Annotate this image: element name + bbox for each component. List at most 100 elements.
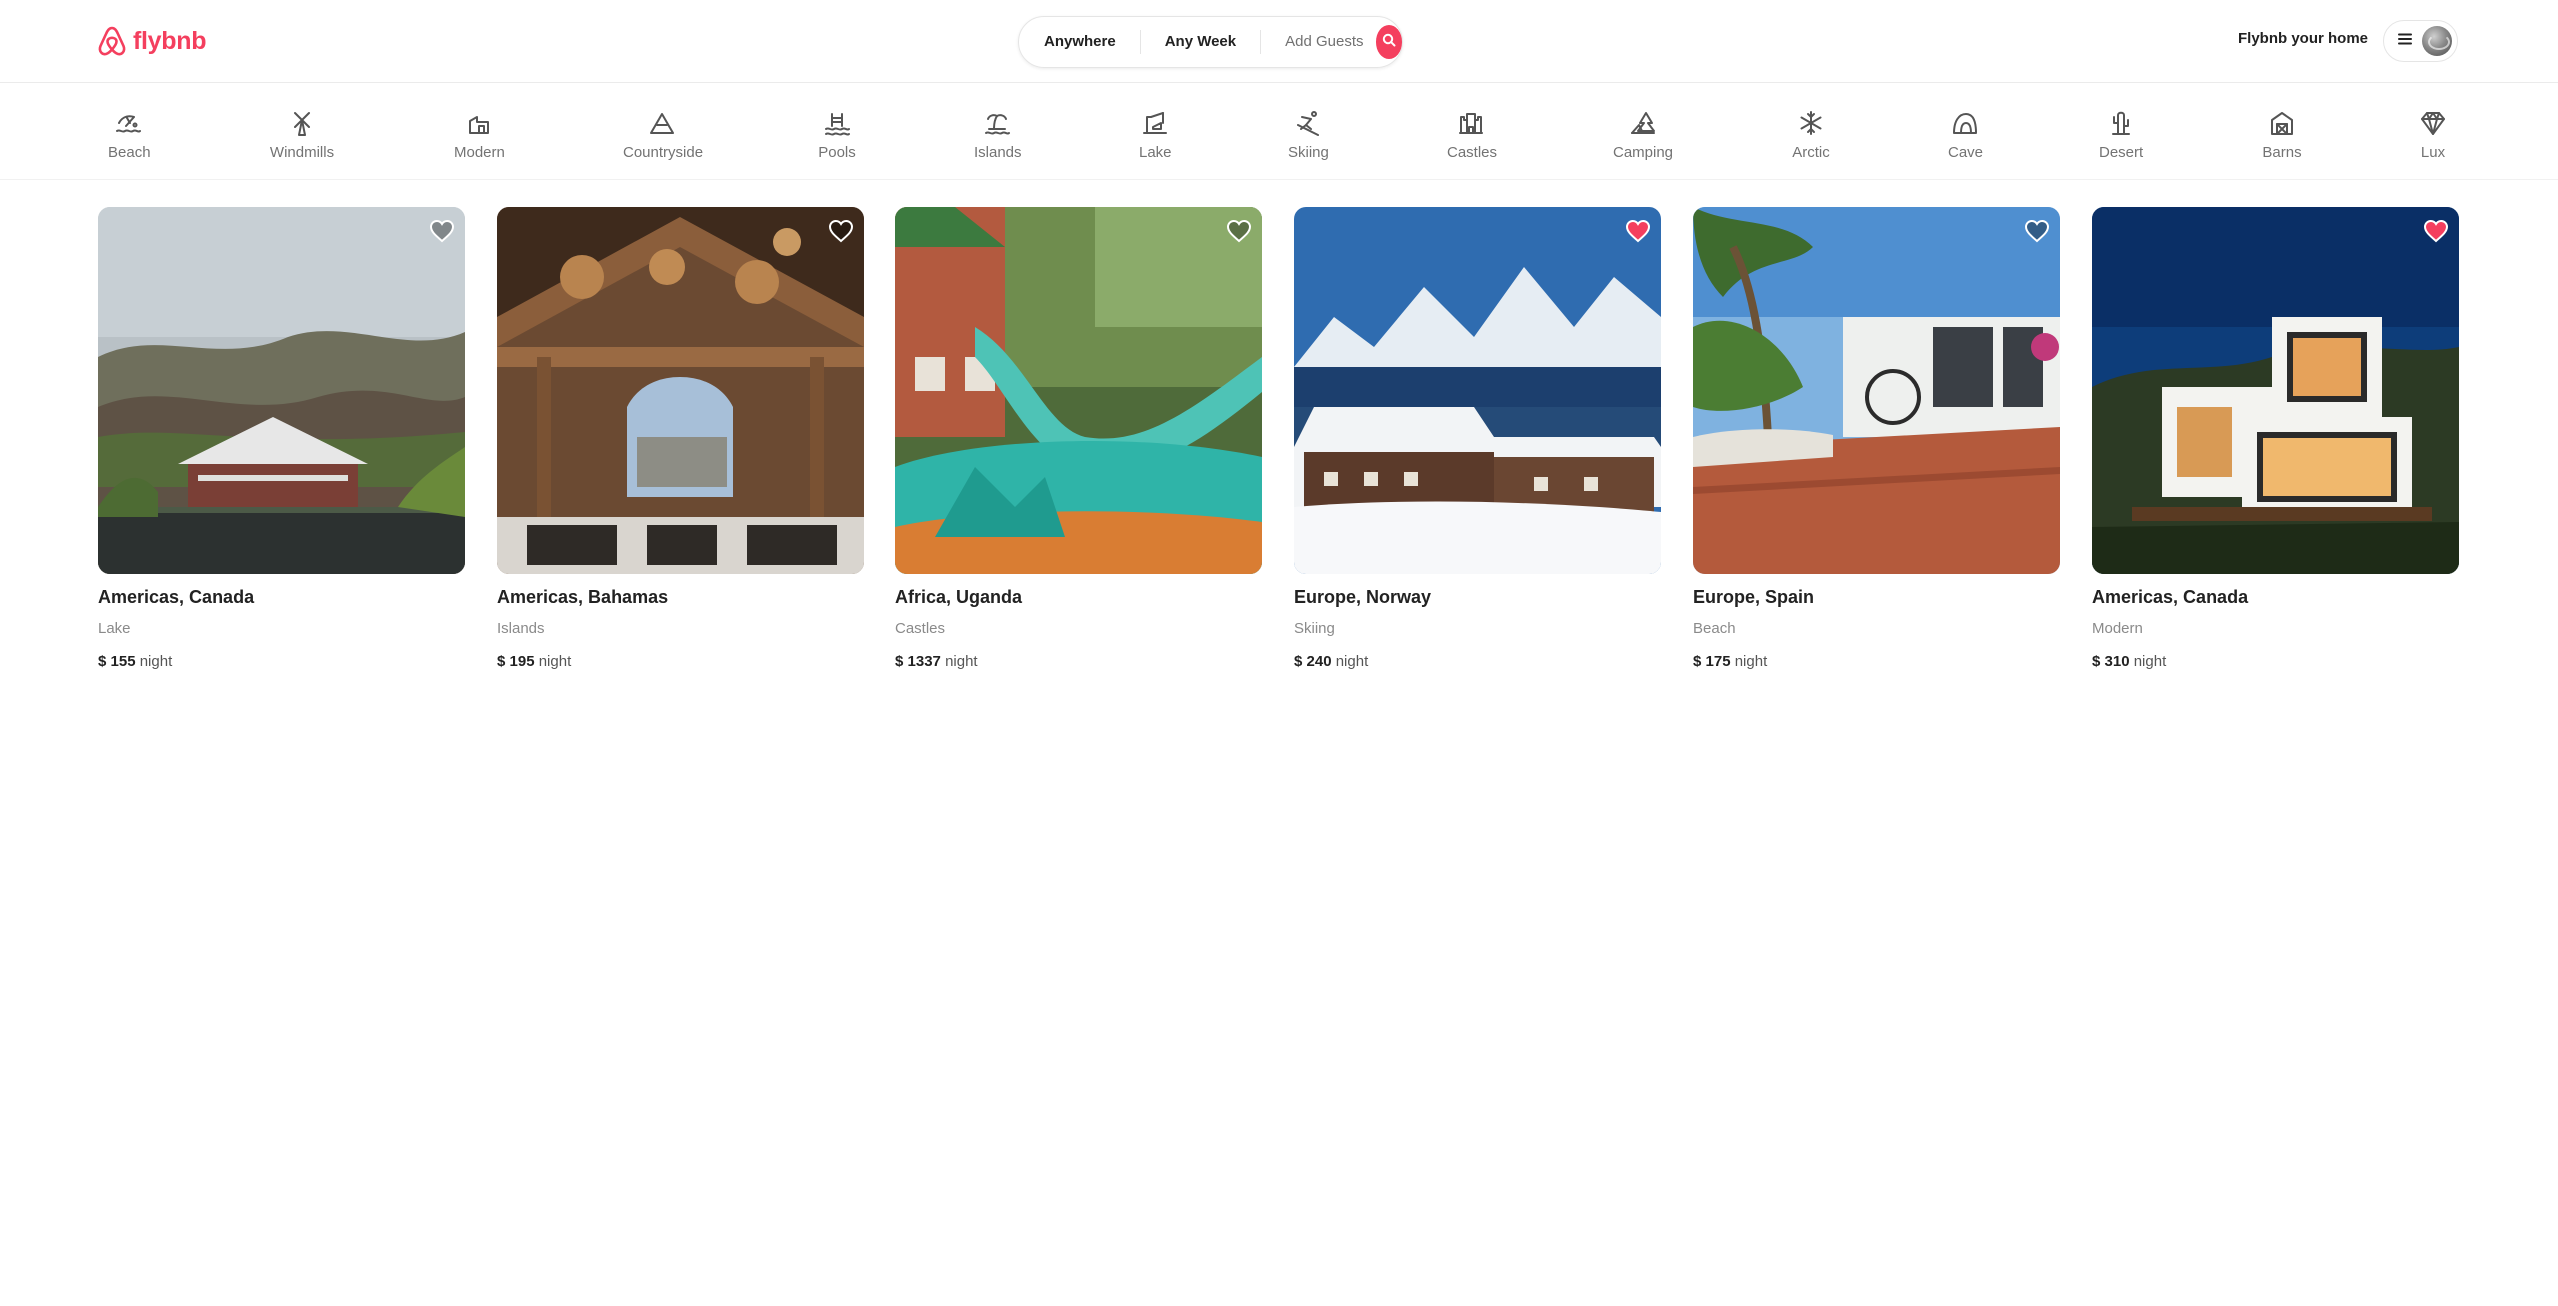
hamburger-icon xyxy=(2398,32,2412,50)
favorite-heart-icon[interactable] xyxy=(1625,218,1651,244)
category-barns[interactable]: Barns xyxy=(2262,108,2302,168)
price-amount: 240 xyxy=(1306,653,1332,670)
category-camping[interactable]: Camping xyxy=(1612,108,1674,168)
cave-icon xyxy=(1950,108,1980,138)
price-currency: $ xyxy=(2092,653,2101,670)
listing-category: Lake xyxy=(98,620,131,637)
listing-category: Islands xyxy=(497,620,545,637)
listing-location: Americas, Canada xyxy=(2092,587,2249,607)
category-lux[interactable]: Lux xyxy=(2418,108,2448,168)
search-anywhere[interactable]: Anywhere xyxy=(1019,30,1140,54)
listing-card[interactable]: Africa, Uganda Castles $ 1337 night xyxy=(895,207,1262,670)
diamond-icon xyxy=(2418,108,2448,138)
top-navbar: flybnb Anywhere Any Week Add Guests Flyb… xyxy=(0,0,2558,83)
listing-price: $ 310 night xyxy=(2092,653,2166,670)
listing-location: Europe, Norway xyxy=(1294,587,1432,607)
search-icon xyxy=(1382,33,1396,52)
listing-photo[interactable] xyxy=(895,207,1262,574)
category-islands[interactable]: Islands xyxy=(974,108,1022,168)
airbnb-logo-icon xyxy=(97,25,127,57)
listing-card[interactable]: Americas, Bahamas Islands $ 195 night xyxy=(497,207,864,670)
listing-price: $ 155 night xyxy=(98,653,172,670)
category-windmills[interactable]: Windmills xyxy=(266,108,338,168)
listing-category: Skiing xyxy=(1294,620,1335,637)
favorite-heart-icon[interactable] xyxy=(2024,218,2050,244)
category-label: Islands xyxy=(974,144,1022,161)
island-icon xyxy=(982,108,1012,138)
price-unit: night xyxy=(2133,653,2167,670)
price-unit: night xyxy=(945,653,978,670)
listing-photo[interactable] xyxy=(1693,207,2060,574)
category-modern[interactable]: Modern xyxy=(454,108,505,168)
listing-location: Americas, Canada xyxy=(98,587,255,607)
listing-photo[interactable] xyxy=(497,207,864,574)
favorite-heart-icon[interactable] xyxy=(828,218,854,244)
listing-card[interactable]: Americas, Canada Lake $ 155 night xyxy=(98,207,465,670)
category-cave[interactable]: Cave xyxy=(1948,108,1984,168)
host-your-home-link[interactable]: Flybnb your home xyxy=(2238,30,2368,47)
price-unit: night xyxy=(1335,653,1369,670)
price-currency: $ xyxy=(1693,653,1702,670)
category-label: Cave xyxy=(1948,144,1984,161)
category-bar: Beach Windmills Modern Countryside Pools… xyxy=(0,84,2558,180)
category-pools[interactable]: Pools xyxy=(818,108,856,168)
category-countryside[interactable]: Countryside xyxy=(623,108,704,168)
search-bar[interactable]: Anywhere Any Week Add Guests xyxy=(1018,16,1403,68)
category-label: Camping xyxy=(1612,144,1674,161)
search-button[interactable] xyxy=(1375,25,1402,59)
category-beach[interactable]: Beach xyxy=(108,108,151,168)
listing-card[interactable]: Europe, Spain Beach $ 175 night xyxy=(1693,207,2060,670)
search-add-guests[interactable]: Add Guests xyxy=(1261,30,1375,54)
search-any-week[interactable]: Any Week xyxy=(1139,30,1262,54)
mountain-icon xyxy=(647,108,677,138)
listing-card[interactable]: Europe, Norway Skiing $ 240 night xyxy=(1294,207,1661,670)
category-desert[interactable]: Desert xyxy=(2099,108,2143,168)
windmill-icon xyxy=(287,108,317,138)
category-label: Pools xyxy=(818,144,856,161)
listing-photo[interactable] xyxy=(98,207,465,574)
category-label: Countryside xyxy=(623,144,704,161)
category-skiing[interactable]: Skiing xyxy=(1288,108,1329,168)
listing-price: $ 240 night xyxy=(1294,653,1368,670)
listing-photo[interactable] xyxy=(1294,207,1661,574)
category-label: Modern xyxy=(454,144,505,161)
price-amount: 155 xyxy=(110,653,136,670)
snowflake-icon xyxy=(1796,108,1826,138)
avatar xyxy=(2422,26,2452,56)
category-label: Desert xyxy=(2099,144,2144,161)
user-menu-button[interactable] xyxy=(2383,20,2458,62)
category-label: Lux xyxy=(2420,144,2446,161)
price-amount: 1337 xyxy=(907,653,941,670)
castle-icon xyxy=(1456,108,1486,138)
listing-price: $ 1337 night xyxy=(895,653,978,670)
category-label: Barns xyxy=(2262,144,2302,161)
skiing-icon xyxy=(1293,108,1323,138)
listing-location: Africa, Uganda xyxy=(895,587,1023,607)
brand-name: flybnb xyxy=(133,26,207,55)
modern-home-icon xyxy=(464,108,494,138)
favorite-heart-icon[interactable] xyxy=(1226,218,1252,244)
listing-location: Americas, Bahamas xyxy=(497,587,669,607)
price-unit: night xyxy=(538,653,572,670)
listing-location: Europe, Spain xyxy=(1693,587,1815,607)
category-lake[interactable]: Lake xyxy=(1139,108,1172,168)
category-label: Skiing xyxy=(1288,144,1329,161)
listing-category: Modern xyxy=(2092,620,2143,637)
price-currency: $ xyxy=(497,653,506,670)
price-amount: 310 xyxy=(2104,653,2130,670)
favorite-heart-icon[interactable] xyxy=(429,218,455,244)
category-label: Lake xyxy=(1139,144,1172,161)
price-currency: $ xyxy=(98,653,107,670)
favorite-heart-icon[interactable] xyxy=(2423,218,2449,244)
listing-category: Beach xyxy=(1693,620,1736,637)
price-currency: $ xyxy=(895,653,904,670)
logo[interactable]: flybnb xyxy=(97,22,207,60)
camping-icon xyxy=(1628,108,1658,138)
category-castles[interactable]: Castles xyxy=(1447,108,1497,168)
listing-price: $ 195 night xyxy=(497,653,571,670)
category-arctic[interactable]: Arctic xyxy=(1791,108,1831,168)
category-label: Arctic xyxy=(1792,144,1830,161)
listing-photo[interactable] xyxy=(2092,207,2459,574)
listing-card[interactable]: Americas, Canada Modern $ 310 night xyxy=(2092,207,2459,670)
category-label: Windmills xyxy=(269,144,335,161)
